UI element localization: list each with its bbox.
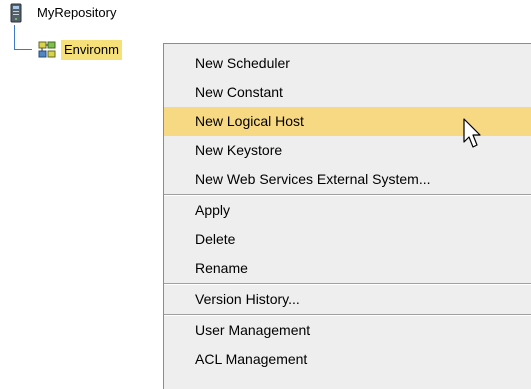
menu-item-version-history[interactable]: Version History...: [164, 285, 531, 314]
menu-item-new-scheduler[interactable]: New Scheduler: [164, 49, 531, 78]
tree-connector-vertical: [14, 25, 15, 49]
arrow-cursor-icon: [463, 118, 485, 152]
menu-item-acl-management[interactable]: ACL Management: [164, 345, 531, 374]
repository-label: MyRepository: [37, 5, 117, 20]
tree-node-environment[interactable]: Environm: [38, 39, 122, 61]
menu-item-rename[interactable]: Rename: [164, 254, 531, 283]
server-icon: [8, 3, 24, 23]
menu-item-user-management[interactable]: User Management: [164, 316, 531, 345]
environment-icon: [38, 40, 56, 60]
menu-item-new-web-services-external-system[interactable]: New Web Services External System...: [164, 165, 531, 194]
menu-item-new-constant[interactable]: New Constant: [164, 78, 531, 107]
tree-connector-horizontal: [14, 49, 32, 50]
menu-item-apply[interactable]: Apply: [164, 196, 531, 225]
repository-explorer: MyRepository Environm New Scheduler New …: [0, 0, 531, 389]
menu-item-delete[interactable]: Delete: [164, 225, 531, 254]
environment-label: Environm: [61, 40, 122, 60]
context-menu: New Scheduler New Constant New Logical H…: [163, 43, 531, 389]
tree-node-repository[interactable]: MyRepository: [8, 2, 119, 24]
